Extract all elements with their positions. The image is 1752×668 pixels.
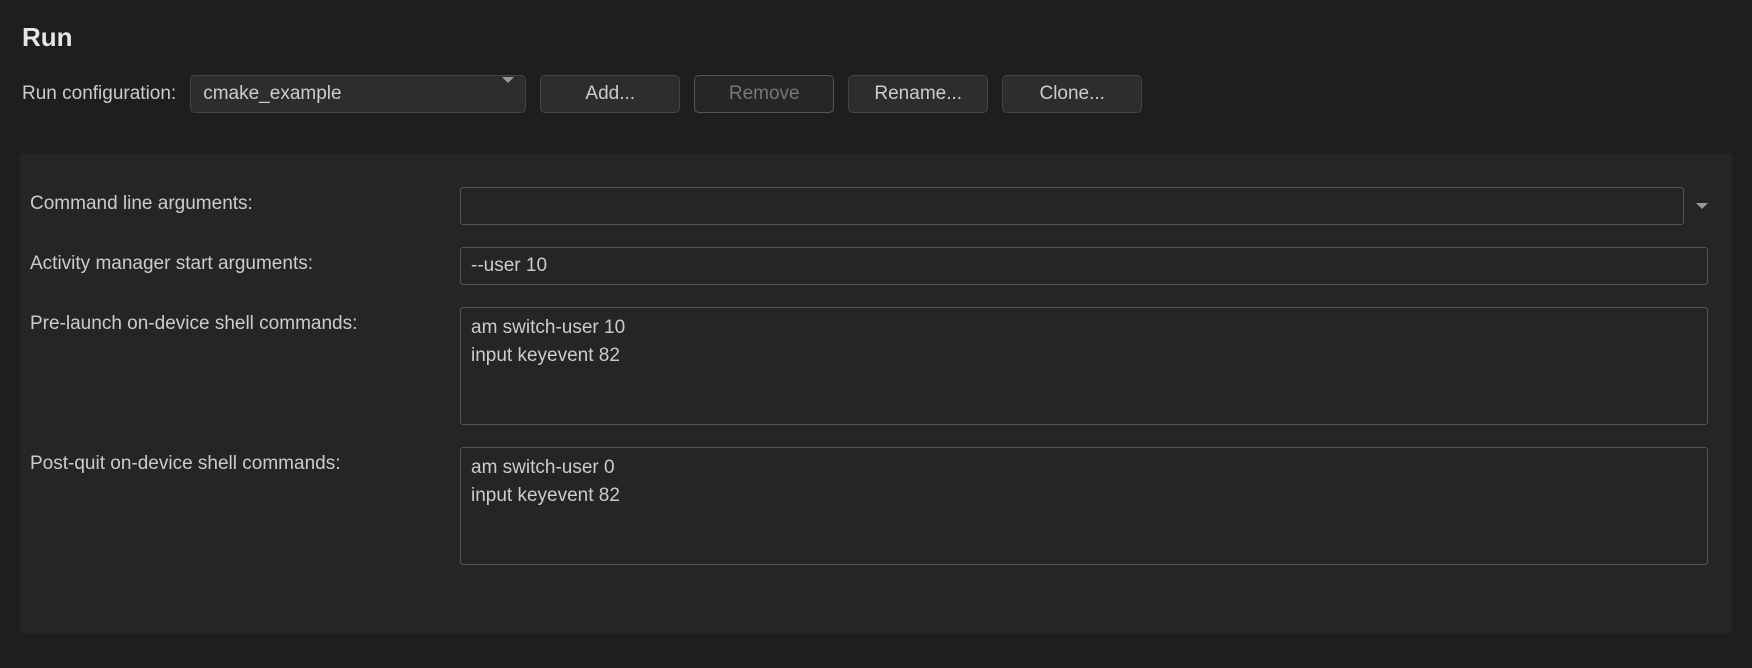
run-configuration-label: Run configuration: [22,83,176,105]
run-configuration-select[interactable]: cmake_example [190,75,526,113]
prelaunch-commands-label: Pre-launch on-device shell commands: [30,307,460,335]
cmdline-args-label: Command line arguments: [30,187,460,215]
clone-button[interactable]: Clone... [1002,75,1142,113]
page-title: Run [0,0,1752,53]
am-start-args-input[interactable] [460,247,1708,285]
cmdline-args-input[interactable] [460,187,1684,225]
add-button[interactable]: Add... [540,75,680,113]
remove-button[interactable]: Remove [694,75,834,113]
postquit-commands-label: Post-quit on-device shell commands: [30,447,460,475]
run-configuration-bar: Run configuration: cmake_example Add... … [0,53,1752,113]
postquit-commands-textarea[interactable] [460,447,1708,565]
am-start-args-label: Activity manager start arguments: [30,247,460,275]
run-configuration-selected: cmake_example [203,83,341,105]
run-config-panel: Command line arguments: Activity manager… [20,153,1732,633]
rename-button[interactable]: Rename... [848,75,988,113]
prelaunch-commands-textarea[interactable] [460,307,1708,425]
expand-macros-icon[interactable] [1696,203,1708,209]
